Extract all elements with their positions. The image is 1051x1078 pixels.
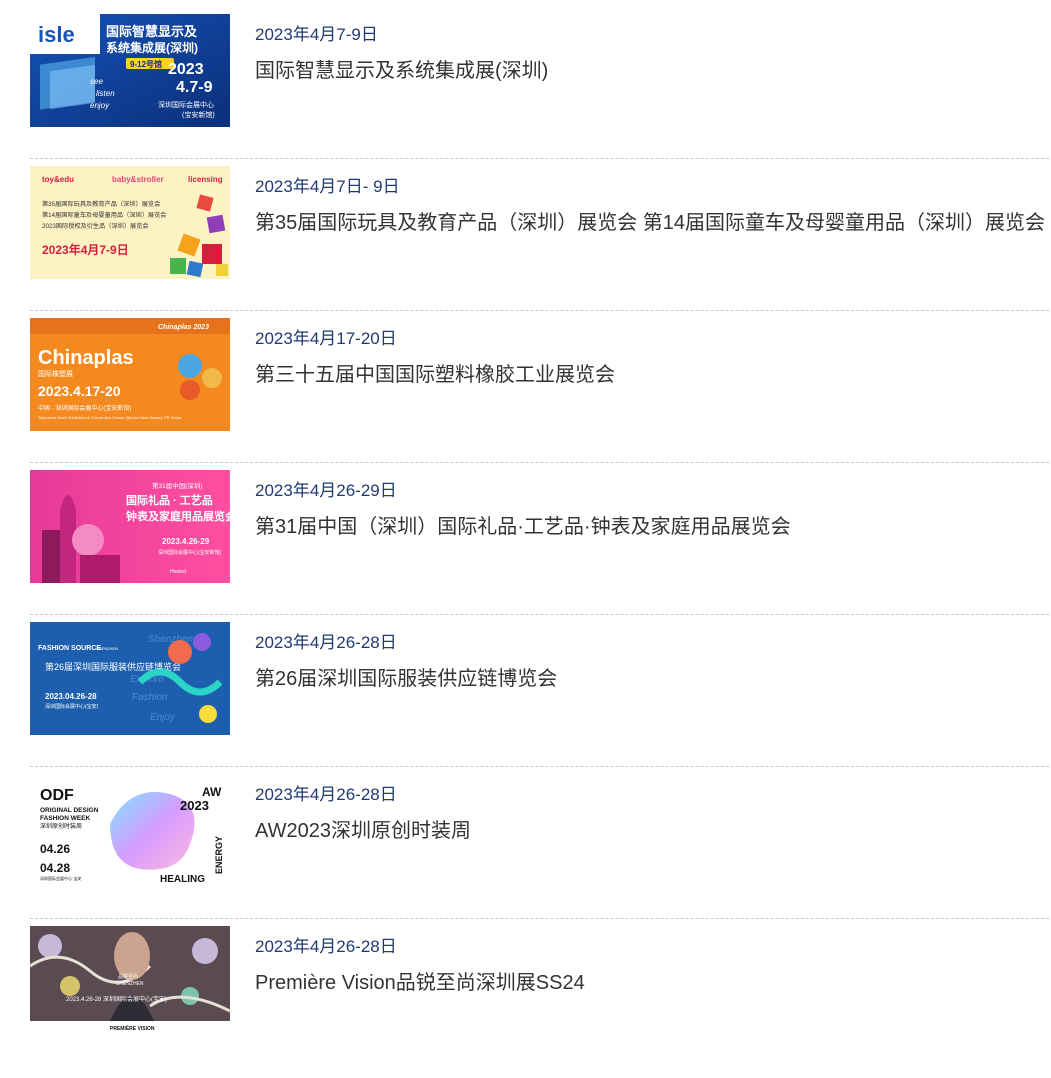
poster-venue: 深圳国际会展中心(宝安新馆): [158, 549, 222, 556]
poster-venue-2: (宝安新馆): [182, 110, 215, 119]
event-thumbnail-gifts-fair[interactable]: 第31届中国(深圳) 国际礼品 · 工艺品 钟表及家庭用品展览会 2023.4.…: [30, 470, 230, 583]
poster-line-2: 第14届国际童车及母婴童用品（深圳）展览会: [42, 211, 166, 219]
event-date: 2023年4月17-20日: [255, 329, 397, 348]
brand-licensing: licensing: [188, 175, 223, 184]
event-title-link[interactable]: Première Vision品锐至尚深圳展SS24: [255, 966, 585, 995]
poster-line-1: 国际礼品 · 工艺品: [126, 493, 213, 507]
poster-dates: 2023.4.26-29: [162, 537, 210, 546]
slogan-enjoy: enjoy: [90, 101, 110, 110]
event-item[interactable]: 品锐至尚 SHENZHEN 2023.4.26-28 深圳国际会展中心(宝安) …: [30, 926, 1049, 1078]
script-fashion: Fashion: [132, 692, 168, 703]
poster-dates: 2023年4月7-9日: [42, 242, 129, 257]
poster-headline-2: 系统集成展(深圳): [106, 40, 198, 55]
event-title-link[interactable]: 第26届深圳国际服装供应链博览会: [255, 662, 557, 691]
event-date: 2023年4月26-28日: [255, 785, 397, 804]
poster-year: 2023: [168, 61, 204, 78]
poster-badge: 9-12号馆: [130, 59, 162, 69]
poster-brand-cn: 深圳原创时装周: [40, 822, 82, 830]
poster-dates: 4.7-9: [176, 79, 213, 96]
event-item[interactable]: Chinaplas 2023 Chinaplas 国际橡塑展 2023.4.17…: [30, 318, 1049, 470]
brand-toy-edu: toy&edu: [42, 175, 74, 184]
event-date: 2023年4月26-29日: [255, 481, 397, 500]
poster-dates: 2023.04.26-28: [45, 692, 97, 701]
poster-venue: 深圳国际会展中心·宝安: [40, 875, 81, 881]
slogan-listen: listen: [96, 89, 115, 98]
poster-top-label: Chinaplas 2023: [158, 324, 209, 331]
poster-subname: 国际橡塑展: [38, 369, 73, 378]
event-title-link[interactable]: 第三十五届中国国际塑料橡胶工业展览会: [255, 358, 615, 387]
poster-brand: FASHION SOURCE: [38, 645, 101, 652]
poster-dates: 2023.4.26-28 深圳国际会展中心(宝安): [66, 995, 167, 1003]
event-item[interactable]: FASHION SOURCE SHENZHEN 第26届深圳国际服装供应链博览会…: [30, 622, 1049, 774]
poster-sponsor: Hosted: [170, 569, 186, 575]
event-date: 2023年4月26-28日: [255, 633, 397, 652]
event-item[interactable]: isle see listen enjoy 国际智慧显示及 系统集成展(深圳) …: [30, 14, 1049, 166]
event-date: 2023年4月7日- 9日: [255, 177, 400, 196]
event-title-link[interactable]: AW2023深圳原创时装周: [255, 814, 471, 843]
separator: [30, 462, 1049, 463]
script-enjoy: Enjoy: [150, 712, 176, 723]
event-title-link[interactable]: 第31届中国（深圳）国际礼品·工艺品·钟表及家庭用品展览会: [255, 510, 791, 539]
poster-venue-1: 深圳国际会展中心: [158, 100, 214, 109]
separator: [30, 158, 1049, 159]
event-title-link[interactable]: 第35届国际玩具及教育产品（深圳）展览会 第14届国际童车及母婴童用品（深圳）展…: [255, 206, 1045, 235]
poster-venue-en: Shenzhen World Exhibition & Convention C…: [38, 415, 182, 420]
poster-name: Chinaplas: [38, 347, 134, 369]
poster-date-1: 04.26: [40, 842, 70, 856]
separator: [30, 310, 1049, 311]
poster-year: 2023: [180, 798, 209, 813]
separator: [30, 766, 1049, 767]
separator: [30, 918, 1049, 919]
poster-badge-1: 品锐至尚: [118, 973, 138, 980]
poster-badge-2: SHENZHEN: [116, 981, 144, 987]
event-item[interactable]: 第31届中国(深圳) 国际礼品 · 工艺品 钟表及家庭用品展览会 2023.4.…: [30, 470, 1049, 622]
event-list: isle see listen enjoy 国际智慧显示及 系统集成展(深圳) …: [30, 14, 1049, 1078]
odf-logo: ODF: [40, 787, 74, 804]
event-title-link[interactable]: 国际智慧显示及系统集成展(深圳): [255, 54, 548, 83]
poster-headline-1: 国际智慧显示及: [106, 24, 198, 39]
poster-word-healing: HEALING: [160, 874, 205, 885]
poster-line-3: 2023国际授权及衍生品（深圳）展览会: [42, 222, 149, 230]
brand-baby-stroller: baby&stroller: [112, 175, 164, 184]
poster-brand-2: FASHION WEEK: [40, 815, 91, 822]
event-item[interactable]: toy&edu baby&stroller licensing 第35届国际玩具…: [30, 166, 1049, 318]
poster-venue-cn: 中国 · 深圳国际会展中心(宝安新馆): [38, 404, 131, 412]
poster-season: AW: [202, 785, 222, 799]
event-thumbnail-fashion-source[interactable]: FASHION SOURCE SHENZHEN 第26届深圳国际服装供应链博览会…: [30, 622, 230, 735]
poster-date-2: 04.28: [40, 861, 70, 875]
isle-logo: isle: [38, 22, 75, 47]
poster-edition: 第31届中国(深圳): [152, 481, 203, 490]
poster-line-1: 第35届国际玩具及教育产品（深圳）展览会: [42, 200, 160, 208]
slogan-see: see: [90, 77, 103, 86]
event-date: 2023年4月26-28日: [255, 937, 397, 956]
poster-brand-sub: SHENZHEN: [96, 646, 118, 651]
poster-dates: 2023.4.17-20: [38, 383, 121, 399]
event-thumbnail-toy-fair[interactable]: toy&edu baby&stroller licensing 第35届国际玩具…: [30, 166, 230, 279]
poster-line-2: 钟表及家庭用品展览会: [126, 509, 230, 523]
poster-venue: 深圳国际会展中心(宝安): [45, 703, 99, 710]
event-item[interactable]: ODF ORIGINAL DESIGN FASHION WEEK 深圳原创时装周…: [30, 774, 1049, 926]
poster-brand-1: ORIGINAL DESIGN: [40, 807, 99, 814]
event-thumbnail-premiere-vision[interactable]: 品锐至尚 SHENZHEN 2023.4.26-28 深圳国际会展中心(宝安) …: [30, 926, 230, 1039]
event-thumbnail-chinaplas[interactable]: Chinaplas 2023 Chinaplas 国际橡塑展 2023.4.17…: [30, 318, 230, 431]
poster-brand: PREMIÈRE VISION: [110, 1024, 155, 1032]
poster-word-energy: ENERGY: [214, 836, 224, 874]
event-thumbnail-odf[interactable]: ODF ORIGINAL DESIGN FASHION WEEK 深圳原创时装周…: [30, 774, 230, 887]
event-thumbnail-isle[interactable]: isle see listen enjoy 国际智慧显示及 系统集成展(深圳) …: [30, 14, 230, 127]
separator: [30, 614, 1049, 615]
event-date: 2023年4月7-9日: [255, 25, 378, 44]
